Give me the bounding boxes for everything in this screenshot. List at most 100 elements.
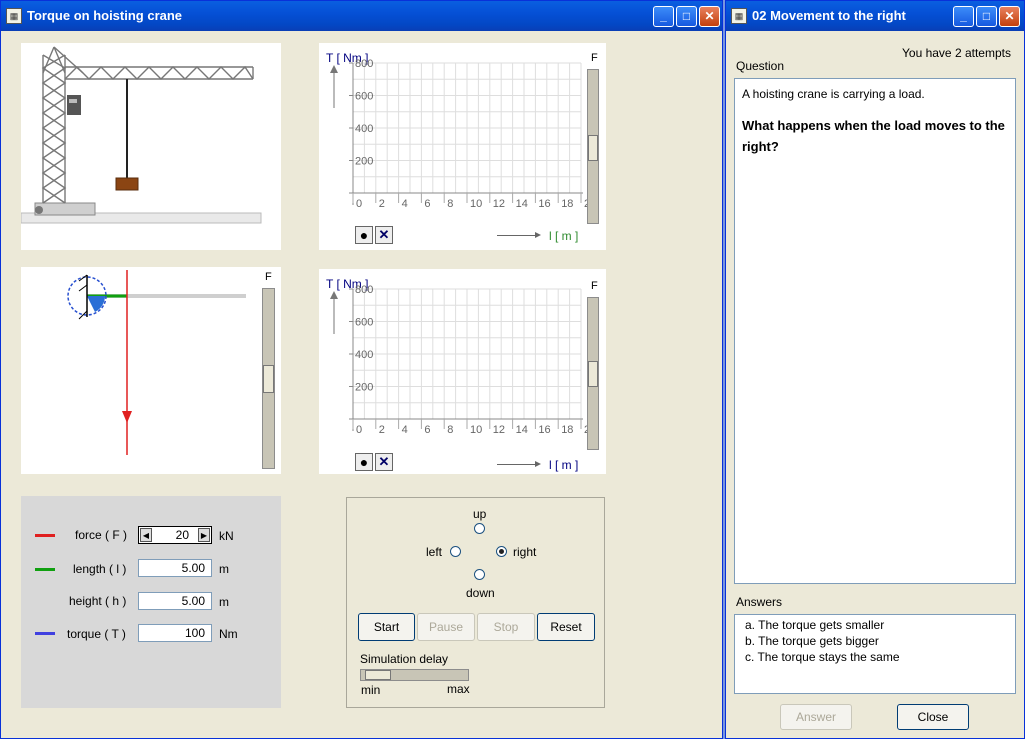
- question-window-title: 02 Movement to the right: [752, 8, 906, 23]
- pause-button[interactable]: Pause: [417, 613, 475, 641]
- main-window: ▦ Torque on hoisting crane _ □ ✕ T [Nm …: [0, 0, 723, 739]
- force-increase-button[interactable]: ▶: [198, 528, 210, 542]
- direction-down-label: down: [466, 586, 495, 600]
- height-field[interactable]: 5.00: [138, 592, 212, 610]
- x-tick-label: 10: [470, 198, 482, 210]
- record-dot-button-2[interactable]: ●: [355, 453, 373, 471]
- x-tick-label: 18: [561, 198, 573, 210]
- length-unit: m: [219, 562, 229, 576]
- force-diagram-drawing: [67, 270, 246, 455]
- direction-left-label: left: [426, 545, 443, 559]
- x-tick-label: 16: [538, 424, 550, 436]
- answer-option-c[interactable]: c. The torque stays the same: [745, 649, 1005, 665]
- x-tick-label: 18: [561, 424, 573, 436]
- clear-graph-button[interactable]: ✕: [375, 226, 393, 244]
- record-dot-button[interactable]: ●: [355, 226, 373, 244]
- stop-button[interactable]: Stop: [477, 613, 535, 641]
- answer-option-b[interactable]: b. The torque gets bigger: [745, 633, 1005, 649]
- chart-top-xlabel: l [ m ]: [549, 229, 579, 243]
- chart-top-plot: 20040060080002468101214161820: [330, 58, 596, 210]
- direction-down-radio[interactable]: [474, 569, 485, 580]
- force-spinner[interactable]: ◀ 20 ▶: [138, 526, 212, 544]
- close-button[interactable]: Close: [897, 704, 969, 730]
- delay-max-label: max: [447, 682, 470, 696]
- chart-bottom-xlabel: l [ m ]: [549, 458, 579, 472]
- question-minimize-button[interactable]: _: [953, 6, 974, 27]
- answer-option-a[interactable]: a. The torque gets smaller: [745, 617, 1005, 633]
- reset-button[interactable]: Reset: [537, 613, 595, 641]
- y-tick-label: 400: [355, 123, 373, 135]
- y-tick-label: 600: [355, 317, 373, 329]
- close-window-button[interactable]: ✕: [699, 6, 720, 27]
- x-tick-label: 4: [402, 424, 408, 436]
- torque-chart-top: T [ Nm ] 20040060080002468101214161820 F…: [319, 43, 606, 250]
- direction-up-label: up: [473, 507, 487, 521]
- chart-bottom-slider-label: F: [591, 280, 598, 292]
- x-tick-label: 8: [447, 424, 453, 436]
- chart-bottom-x-arrowhead: [535, 461, 541, 467]
- main-title-bar[interactable]: ▦ Torque on hoisting crane _ □ ✕: [1, 1, 722, 31]
- maximize-button[interactable]: □: [676, 6, 697, 27]
- chart-top-x-arrowhead: [535, 232, 541, 238]
- force-decrease-button[interactable]: ◀: [140, 528, 152, 542]
- force-slider-thumb[interactable]: [263, 365, 274, 393]
- chart-top-slider-label: F: [591, 52, 598, 64]
- x-tick-label: 2: [379, 198, 385, 210]
- length-color-swatch: [35, 568, 55, 571]
- answers-list: a. The torque gets smaller b. The torque…: [734, 614, 1016, 694]
- direction-up-radio[interactable]: [474, 523, 485, 534]
- height-label: height ( h ): [69, 594, 127, 608]
- x-tick-label: 12: [493, 198, 505, 210]
- torque-label: torque ( T ): [67, 627, 126, 641]
- force-diagram: F: [21, 267, 281, 474]
- force-unit: kN: [219, 529, 234, 543]
- x-tick-label: 6: [424, 198, 430, 210]
- clear-graph-button-2[interactable]: ✕: [375, 453, 393, 471]
- direction-left-radio[interactable]: [450, 546, 461, 557]
- torque-unit: Nm: [219, 627, 238, 641]
- length-field[interactable]: 5.00: [138, 559, 212, 577]
- chart-bottom-x-arrow: [497, 464, 539, 465]
- x-tick-label: 14: [516, 198, 528, 210]
- torque-chart-bottom: T [ Nm ] 20040060080002468101214161820 F…: [319, 269, 606, 474]
- height-unit: m: [219, 595, 229, 609]
- start-button[interactable]: Start: [358, 613, 415, 641]
- question-text: A hoisting crane is carrying a load.: [742, 87, 925, 101]
- x-tick-label: 2: [379, 424, 385, 436]
- y-tick-label: 200: [355, 156, 373, 168]
- question-maximize-button[interactable]: □: [976, 6, 997, 27]
- answer-button[interactable]: Answer: [780, 704, 852, 730]
- attempts-text: You have 2 attempts: [902, 46, 1011, 60]
- chart-top-slider-thumb[interactable]: [588, 135, 598, 161]
- main-window-title: Torque on hoisting crane: [27, 8, 183, 23]
- x-tick-label: 4: [402, 198, 408, 210]
- chart-top-x-arrow: [497, 235, 539, 236]
- y-axis-arrowhead: [330, 291, 338, 299]
- chart-bottom-slider-thumb[interactable]: [588, 361, 598, 387]
- question-label: Question: [736, 59, 785, 73]
- controls-panel: up left right down Start Pause Stop Rese…: [346, 497, 605, 708]
- question-close-window-button[interactable]: ✕: [999, 6, 1020, 27]
- x-tick-label: 10: [470, 424, 482, 436]
- simulation-delay-label: Simulation delay: [360, 652, 449, 666]
- y-tick-label: 800: [355, 58, 373, 70]
- force-color-swatch: [35, 534, 55, 537]
- y-tick-label: 800: [355, 284, 373, 296]
- app-icon: ▦: [6, 8, 22, 24]
- simulation-delay-thumb[interactable]: [365, 670, 391, 680]
- direction-right-radio[interactable]: [496, 546, 507, 557]
- crane-illustration: [20, 43, 281, 250]
- x-tick-label: 8: [447, 198, 453, 210]
- y-tick-label: 600: [355, 91, 373, 103]
- x-tick-label: 12: [493, 424, 505, 436]
- question-title-bar[interactable]: ▦ 02 Movement to the right _ □ ✕: [726, 1, 1024, 31]
- x-tick-label: 0: [356, 198, 362, 210]
- minimize-button[interactable]: _: [653, 6, 674, 27]
- question-window: ▦ 02 Movement to the right _ □ ✕ You hav…: [725, 0, 1025, 739]
- y-tick-label: 400: [355, 349, 373, 361]
- answers-label: Answers: [736, 595, 783, 609]
- question-box: A hoisting crane is carrying a load. Wha…: [734, 78, 1016, 584]
- force-slider-label: F: [265, 271, 272, 283]
- parameters-panel: force ( F ) ◀ 20 ▶ kN length ( l ) 5.00 …: [21, 496, 281, 708]
- x-tick-label: 14: [516, 424, 528, 436]
